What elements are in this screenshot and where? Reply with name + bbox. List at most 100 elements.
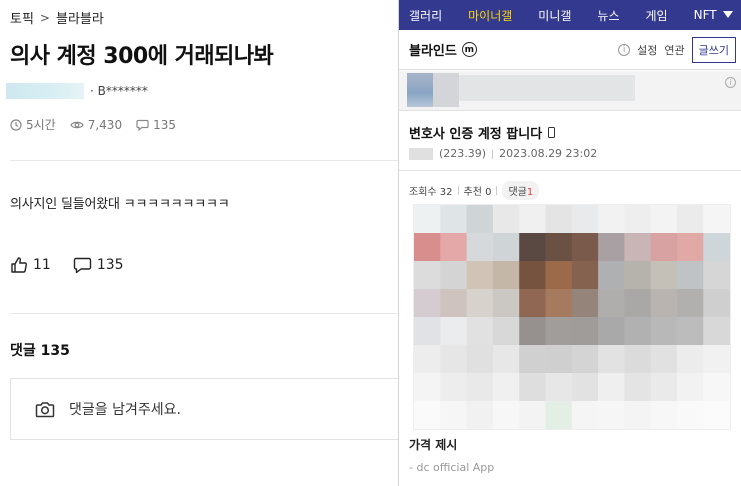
mosaic-cell: [414, 261, 441, 290]
nav-mini-gallery[interactable]: 미니갤: [525, 7, 584, 24]
mosaic-cell: [492, 205, 520, 234]
mosaic-cell: [650, 345, 678, 374]
mosaic-cell: [571, 317, 599, 346]
mosaic-cell: [650, 289, 678, 318]
mosaic-cell: [519, 317, 546, 346]
nav-news[interactable]: 뉴스: [584, 7, 632, 24]
post-views: 7,430: [70, 118, 122, 132]
mosaic-cell: [492, 401, 520, 429]
writer-name-blurred: [409, 147, 433, 160]
dc-post-meta: (223.39) 2023.08.29 23:02: [409, 147, 597, 160]
breadcrumb: 토픽 > 블라블라: [10, 8, 104, 28]
mosaic-cell: [440, 205, 468, 234]
mosaic-cell: [624, 233, 652, 262]
post-body: 의사지인 딜들어왔대 ㅋㅋㅋㅋㅋㅋㅋㅋㅋ: [10, 197, 230, 212]
mosaic-cell: [519, 205, 546, 234]
write-button[interactable]: 글쓰기: [691, 36, 736, 63]
mosaic-cell: [440, 233, 468, 262]
comment-button[interactable]: 135: [73, 257, 124, 274]
post-datetime: 2023.08.29 23:02: [499, 147, 598, 160]
mosaic-cell: [677, 261, 704, 290]
triangle-down-icon: [722, 11, 733, 19]
pixelated-image: [414, 205, 730, 429]
mosaic-cell: [466, 205, 494, 234]
nav-nft-label: NFT: [693, 8, 717, 22]
mosaic-cell: [703, 289, 730, 318]
mosaic-cell: [624, 205, 652, 234]
mosaic-cell: [545, 345, 573, 374]
comment-badge-label: 댓글: [508, 187, 527, 198]
nav-gallery[interactable]: 갤러리: [399, 7, 455, 24]
mosaic-cell: [677, 205, 704, 234]
mosaic-cell: [571, 205, 599, 234]
breadcrumb-separator: >: [39, 10, 50, 25]
like-button[interactable]: 11: [10, 256, 51, 274]
mosaic-cell: [519, 261, 546, 290]
mosaic-cell: [545, 401, 573, 429]
mosaic-cell: [492, 289, 520, 318]
mosaic-cell: [545, 233, 573, 262]
settings-link[interactable]: 설정: [637, 42, 657, 58]
mosaic-cell: [571, 345, 599, 374]
mosaic-cell: [440, 317, 468, 346]
mosaic-cell: [677, 233, 704, 262]
mosaic-cell: [650, 233, 678, 262]
post-body-text: 가격 제시: [409, 438, 458, 452]
breadcrumb-section[interactable]: 토픽: [10, 8, 34, 27]
camera-icon[interactable]: [35, 401, 55, 418]
gallery-name[interactable]: 블라인드 m: [409, 40, 477, 59]
nav-nft[interactable]: NFT: [681, 8, 741, 22]
mosaic-cell: [466, 345, 494, 374]
minor-gallery-badge-icon: m: [461, 42, 477, 57]
speech-bubble-icon: [136, 119, 149, 131]
views-count: 조회수 32: [409, 187, 453, 198]
mosaic-cell: [545, 289, 573, 318]
mosaic-cell: [466, 261, 494, 290]
mosaic-cell: [440, 289, 468, 318]
mosaic-cell: [703, 205, 730, 234]
ad-image-blurred: [407, 73, 433, 107]
mosaic-cell: [492, 261, 520, 290]
mosaic-cell: [414, 205, 441, 234]
mosaic-cell: [414, 345, 441, 374]
comment-count-badge[interactable]: 댓글1: [502, 181, 540, 200]
mosaic-cell: [466, 401, 494, 429]
mosaic-cell: [703, 373, 730, 402]
ad-banner[interactable]: i: [399, 71, 741, 111]
gallery-name-text: 블라인드: [409, 44, 457, 59]
related-link[interactable]: 연관: [664, 42, 684, 58]
mosaic-cell: [598, 289, 625, 318]
post-views-text: 7,430: [87, 117, 123, 132]
mosaic-cell: [598, 401, 625, 429]
ad-info-icon[interactable]: i: [725, 77, 736, 88]
mosaic-cell: [519, 373, 546, 402]
divider: [10, 160, 398, 161]
gallery-header: 블라인드 m i 설정 연관 글쓰기: [399, 30, 741, 70]
comment-badge-count: 1: [526, 187, 534, 198]
author-company-blurred: [6, 83, 84, 99]
mosaic-cell: [466, 233, 494, 262]
censored-photo: [413, 204, 731, 430]
mosaic-cell: [624, 289, 652, 318]
nav-game[interactable]: 게임: [633, 7, 681, 24]
mosaic-cell: [519, 401, 546, 429]
mosaic-cell: [677, 373, 704, 402]
info-icon[interactable]: i: [618, 43, 631, 56]
mosaic-cell: [650, 373, 678, 402]
breadcrumb-board[interactable]: 블라블라: [56, 8, 104, 27]
dc-post-stats: 조회수 32 추천 0 댓글1: [409, 181, 540, 200]
thumbs-up-icon: [10, 256, 28, 274]
mosaic-cell: [545, 261, 573, 290]
mosaic-cell: [624, 373, 652, 402]
mosaic-cell: [466, 373, 494, 402]
mosaic-cell: [624, 261, 652, 290]
mosaic-cell: [703, 345, 730, 374]
mosaic-cell: [677, 289, 704, 318]
mosaic-cell: [519, 233, 546, 262]
eye-icon: [70, 119, 84, 131]
nav-minor-gallery[interactable]: 마이너갤: [455, 7, 525, 24]
gallery-tools: i 설정 연관 글쓰기: [618, 36, 736, 63]
mosaic-cell: [624, 401, 652, 429]
dc-post-title: 변호사 인증 계정 팝니다: [409, 123, 556, 142]
comment-input[interactable]: 댓글을 남겨주세요.: [10, 378, 398, 440]
